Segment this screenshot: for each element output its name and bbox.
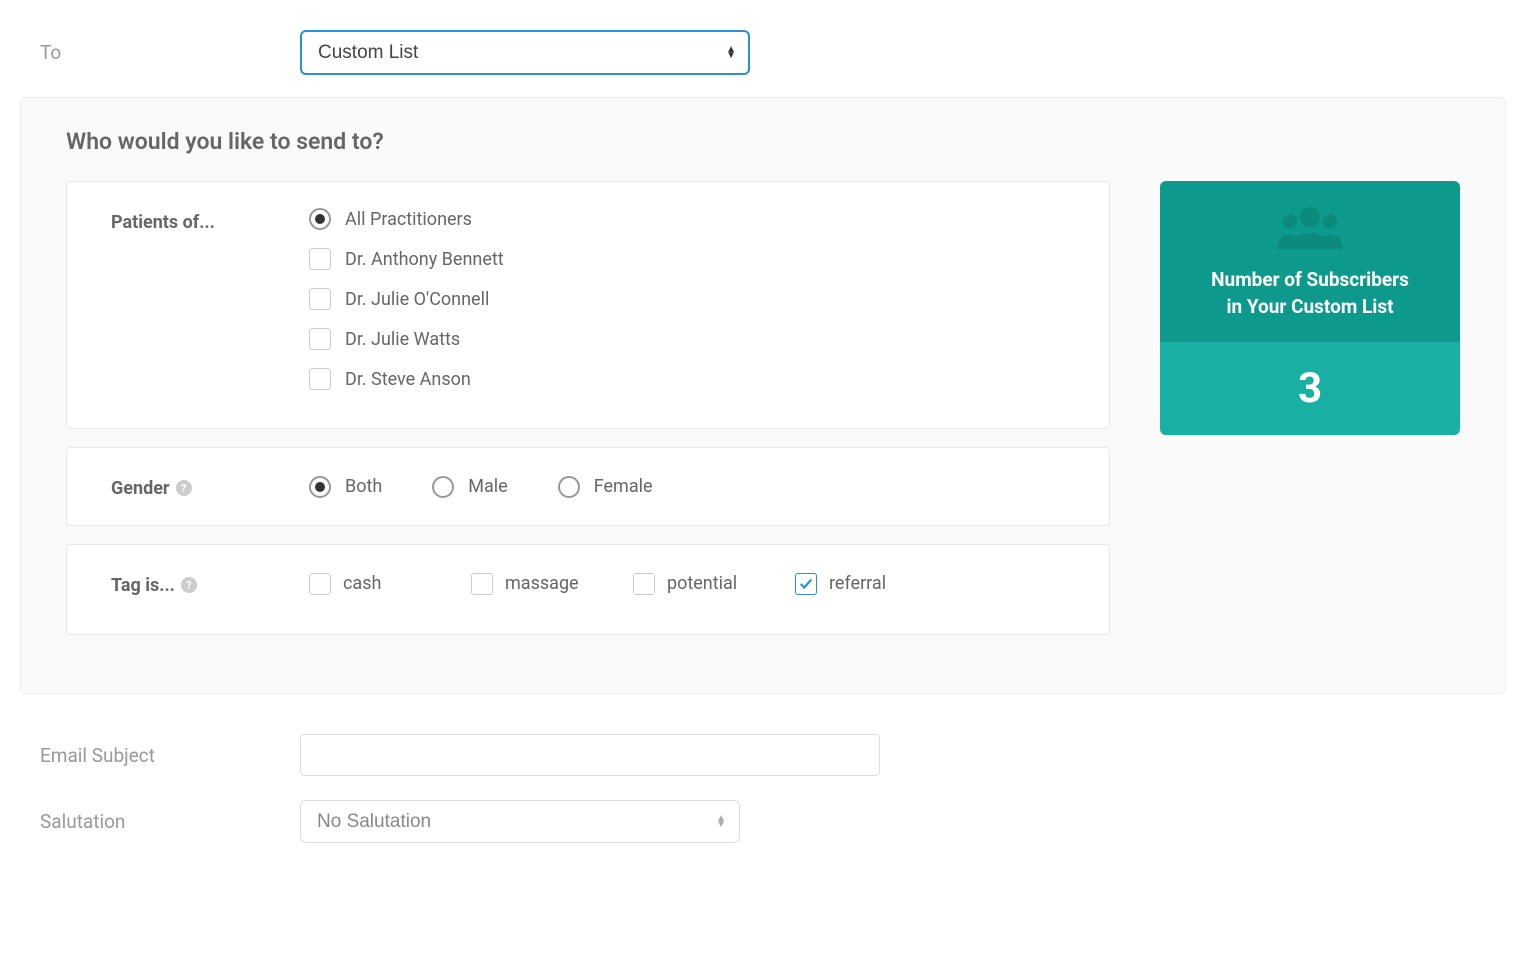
subject-input[interactable] (300, 734, 880, 776)
radio-icon (309, 476, 331, 498)
subscriber-title-line1: Number of Subscribers (1211, 268, 1409, 291)
patients-filter: Patients of... All Practitioners Dr. Ant… (66, 181, 1110, 429)
lower-rows: Email Subject Salutation No Salutation ▲… (0, 722, 1526, 855)
subscriber-card-header: Number of Subscribers in Your Custom Lis… (1160, 181, 1460, 342)
practitioner-option[interactable]: All Practitioners (309, 208, 1073, 230)
to-label: To (40, 41, 300, 64)
help-icon[interactable]: ? (176, 480, 192, 496)
option-label: Dr. Steve Anson (345, 369, 471, 390)
option-label: Both (345, 476, 382, 497)
option-label: Female (594, 476, 653, 497)
practitioner-option[interactable]: Dr. Steve Anson (309, 368, 1073, 390)
tag-option[interactable]: massage (471, 571, 597, 596)
subject-label: Email Subject (40, 744, 300, 767)
checkbox-icon (633, 573, 655, 595)
option-label: referral (829, 573, 886, 594)
tags-label: Tag is... ? (111, 571, 309, 596)
subscriber-count-card: Number of Subscribers in Your Custom Lis… (1160, 181, 1460, 435)
gender-option[interactable]: Female (558, 474, 653, 499)
gender-option[interactable]: Male (432, 474, 507, 499)
gender-option[interactable]: Both (309, 474, 382, 499)
to-select-wrap: Custom List ▲▼ (300, 30, 750, 75)
radio-icon (432, 476, 454, 498)
radio-icon (558, 476, 580, 498)
tag-option[interactable]: cash (309, 571, 435, 596)
gender-filter: Gender ? Both Male Female (66, 447, 1110, 526)
option-label: massage (505, 573, 579, 594)
checkbox-icon (795, 573, 817, 595)
filters-column: Patients of... All Practitioners Dr. Ant… (66, 181, 1110, 653)
tags-label-text: Tag is... (111, 575, 175, 596)
checkbox-icon (309, 573, 331, 595)
option-label: Dr. Julie O'Connell (345, 289, 489, 310)
checkbox-icon (471, 573, 493, 595)
users-icon (1276, 205, 1344, 253)
option-label: potential (667, 573, 737, 594)
subscriber-title: Number of Subscribers in Your Custom Lis… (1180, 267, 1440, 320)
panel-body: Patients of... All Practitioners Dr. Ant… (66, 181, 1460, 653)
option-label: Male (468, 476, 507, 497)
tags-options: cash massage potential referral (309, 571, 1073, 596)
checkbox-icon (309, 368, 331, 390)
patients-options: All Practitioners Dr. Anthony Bennett Dr… (309, 208, 1073, 390)
salutation-select-wrap: No Salutation ▲▼ (300, 800, 740, 843)
checkbox-icon (309, 328, 331, 350)
practitioner-option[interactable]: Dr. Julie Watts (309, 328, 1073, 350)
gender-label-text: Gender (111, 478, 170, 499)
tag-option[interactable]: referral (795, 571, 921, 596)
option-label: cash (343, 573, 381, 594)
radio-icon (309, 208, 331, 230)
to-row: To Custom List ▲▼ (0, 20, 1526, 85)
tag-option[interactable]: potential (633, 571, 759, 596)
salutation-select[interactable]: No Salutation (300, 800, 740, 843)
practitioner-option[interactable]: Dr. Julie O'Connell (309, 288, 1073, 310)
to-select[interactable]: Custom List (300, 30, 750, 75)
subject-row: Email Subject (0, 722, 1526, 788)
option-label: All Practitioners (345, 209, 472, 230)
checkbox-icon (309, 288, 331, 310)
salutation-row: Salutation No Salutation ▲▼ (0, 788, 1526, 855)
subscriber-count: 3 (1160, 342, 1460, 435)
salutation-label: Salutation (40, 810, 300, 833)
patients-label: Patients of... (111, 208, 309, 390)
tags-filter: Tag is... ? cash massage potential (66, 544, 1110, 635)
panel-title: Who would you like to send to? (66, 128, 1460, 155)
gender-label: Gender ? (111, 474, 309, 499)
practitioner-option[interactable]: Dr. Anthony Bennett (309, 248, 1073, 270)
help-icon[interactable]: ? (181, 577, 197, 593)
checkbox-icon (309, 248, 331, 270)
custom-list-panel: Who would you like to send to? Patients … (20, 97, 1506, 694)
gender-options: Both Male Female (309, 474, 1073, 499)
option-label: Dr. Anthony Bennett (345, 249, 504, 270)
subscriber-title-line2: in Your Custom List (1226, 295, 1393, 318)
option-label: Dr. Julie Watts (345, 329, 460, 350)
